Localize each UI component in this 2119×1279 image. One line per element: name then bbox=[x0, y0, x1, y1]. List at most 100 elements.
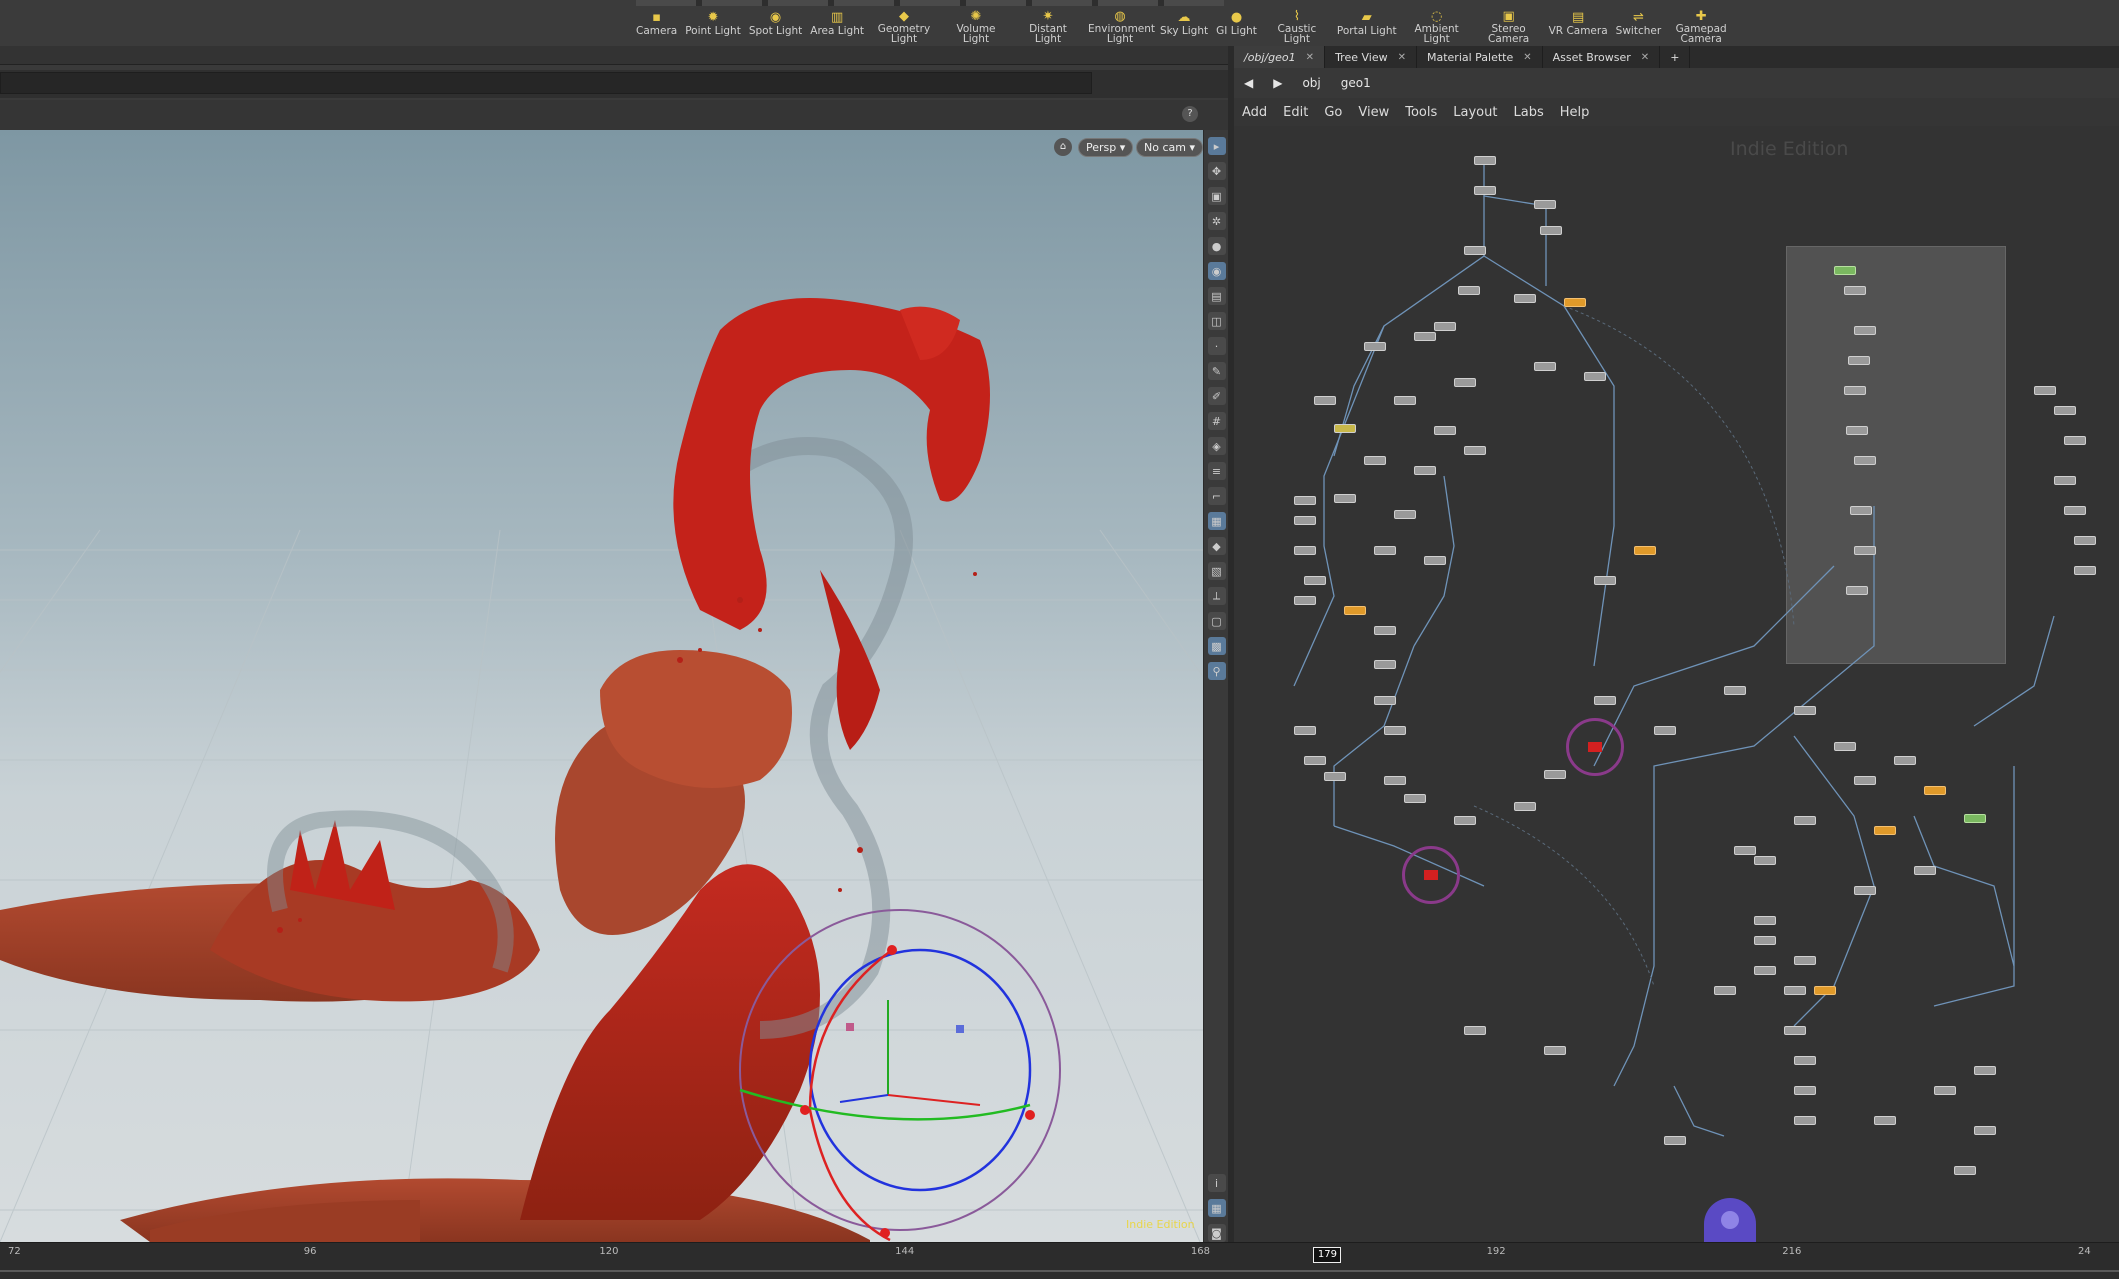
network-node[interactable] bbox=[1734, 846, 1756, 855]
output-node-ring[interactable] bbox=[1402, 846, 1460, 904]
network-node[interactable] bbox=[1314, 396, 1336, 405]
shelf-tool-area-light[interactable]: ▥ Area Light bbox=[810, 8, 864, 44]
shelf-tab[interactable] bbox=[834, 0, 894, 6]
network-node[interactable] bbox=[1844, 386, 1866, 395]
timeline[interactable]: 72 96 120 144 168 192 216 24 179 bbox=[0, 1242, 2119, 1279]
network-node[interactable] bbox=[1294, 546, 1316, 555]
shelf-tab[interactable] bbox=[900, 0, 960, 6]
screenshot-icon[interactable]: ◙ bbox=[1207, 1224, 1226, 1242]
network-node[interactable] bbox=[1464, 246, 1486, 255]
network-node[interactable] bbox=[1294, 496, 1316, 505]
snap-icon[interactable]: ✲ bbox=[1207, 212, 1226, 230]
network-node[interactable] bbox=[1294, 726, 1316, 735]
network-node[interactable] bbox=[2034, 386, 2056, 395]
output-node-ring[interactable] bbox=[1566, 718, 1624, 776]
shelf-tool-caustic-light[interactable]: ⌇ Caustic Light bbox=[1265, 8, 1329, 45]
network-node[interactable] bbox=[1514, 294, 1536, 303]
network-node[interactable] bbox=[1454, 378, 1476, 387]
menu-view[interactable]: View bbox=[1350, 105, 1397, 120]
network-node[interactable] bbox=[1294, 516, 1316, 525]
network-node[interactable] bbox=[1794, 706, 1816, 715]
network-node[interactable] bbox=[1374, 660, 1396, 669]
corner-icon[interactable]: ⌐ bbox=[1207, 487, 1226, 505]
network-node[interactable] bbox=[1540, 226, 1562, 235]
lock-icon[interactable]: ⌂ bbox=[1054, 138, 1072, 156]
shelf-tab[interactable] bbox=[966, 0, 1026, 6]
menu-go[interactable]: Go bbox=[1316, 105, 1350, 120]
close-icon[interactable]: ✕ bbox=[1641, 52, 1649, 63]
close-icon[interactable]: ✕ bbox=[1306, 52, 1314, 63]
network-node[interactable] bbox=[1474, 186, 1496, 195]
shelf-tab[interactable] bbox=[636, 0, 696, 6]
network-node[interactable] bbox=[1594, 576, 1616, 585]
network-node[interactable] bbox=[1454, 816, 1476, 825]
viewport-path-field[interactable] bbox=[0, 72, 1092, 94]
network-node[interactable] bbox=[1784, 986, 1806, 995]
network-node[interactable] bbox=[1794, 1116, 1816, 1125]
menu-add[interactable]: Add bbox=[1234, 105, 1275, 120]
network-node[interactable] bbox=[1794, 816, 1816, 825]
network-node[interactable] bbox=[1854, 456, 1876, 465]
shelf-tool-stereo-camera[interactable]: ▣ Stereo Camera bbox=[1477, 8, 1541, 45]
network-node[interactable] bbox=[2064, 506, 2086, 515]
menu-edit[interactable]: Edit bbox=[1275, 105, 1316, 120]
help-icon[interactable]: ? bbox=[1182, 106, 1198, 122]
pane-tab[interactable]: /obj/geo1 ✕ bbox=[1234, 46, 1326, 68]
diamond-icon[interactable]: ◆ bbox=[1207, 537, 1226, 555]
light-icon[interactable]: ◉ bbox=[1207, 262, 1226, 280]
network-node[interactable] bbox=[1954, 1166, 1976, 1175]
network-node[interactable] bbox=[1854, 776, 1876, 785]
network-node[interactable] bbox=[1874, 826, 1896, 835]
menu-tools[interactable]: Tools bbox=[1397, 105, 1445, 120]
shelf-tool-vr-camera[interactable]: ▤ VR Camera bbox=[1549, 8, 1608, 44]
network-node[interactable] bbox=[2054, 406, 2076, 415]
network-node[interactable] bbox=[2054, 476, 2076, 485]
network-node[interactable] bbox=[1834, 266, 1856, 275]
network-node[interactable] bbox=[1754, 966, 1776, 975]
breadcrumb-obj[interactable]: obj bbox=[1292, 76, 1330, 90]
current-frame-marker[interactable]: 179 bbox=[1313, 1247, 1342, 1263]
network-node[interactable] bbox=[1364, 342, 1386, 351]
network-node[interactable] bbox=[1914, 866, 1936, 875]
menu-layout[interactable]: Layout bbox=[1445, 105, 1505, 120]
shelf-tool-volume-light[interactable]: ✺ Volume Light bbox=[944, 8, 1008, 45]
network-node[interactable] bbox=[1846, 426, 1868, 435]
flipbook-icon[interactable]: ▩ bbox=[1207, 637, 1226, 655]
back-icon[interactable]: ◀ bbox=[1234, 76, 1263, 90]
network-node[interactable] bbox=[1404, 794, 1426, 803]
network-node[interactable] bbox=[1334, 424, 1356, 433]
network-node[interactable] bbox=[2074, 566, 2096, 575]
network-node[interactable] bbox=[1974, 1066, 1996, 1075]
shelf-tool-sky-light[interactable]: ☁ Sky Light bbox=[1160, 8, 1208, 44]
network-node[interactable] bbox=[1384, 726, 1406, 735]
network-node[interactable] bbox=[1654, 726, 1676, 735]
network-node[interactable] bbox=[1814, 986, 1836, 995]
wire-icon[interactable]: ◫ bbox=[1207, 312, 1226, 330]
paint-icon[interactable]: ◈ bbox=[1207, 437, 1226, 455]
network-node[interactable] bbox=[1544, 1046, 1566, 1055]
network-node[interactable] bbox=[1854, 546, 1876, 555]
brush-icon[interactable]: ✎ bbox=[1207, 362, 1226, 380]
network-node[interactable] bbox=[1294, 596, 1316, 605]
breadcrumb-geo1[interactable]: geo1 bbox=[1331, 76, 1381, 90]
menu-help[interactable]: Help bbox=[1552, 105, 1598, 120]
network-node[interactable] bbox=[1850, 506, 1872, 515]
network-node[interactable] bbox=[1394, 396, 1416, 405]
network-node[interactable] bbox=[1424, 556, 1446, 565]
network-node[interactable] bbox=[1924, 786, 1946, 795]
network-node[interactable] bbox=[1464, 446, 1486, 455]
axes-icon[interactable]: ⟂ bbox=[1207, 587, 1226, 605]
network-node[interactable] bbox=[1794, 956, 1816, 965]
pane-tab[interactable]: Material Palette ✕ bbox=[1417, 46, 1543, 68]
network-node[interactable] bbox=[1714, 986, 1736, 995]
layout-icon[interactable]: ▦ bbox=[1207, 1199, 1226, 1217]
shelf-tool-point-light[interactable]: ✹ Point Light bbox=[685, 8, 741, 44]
pen-icon[interactable]: ✐ bbox=[1207, 387, 1226, 405]
number-icon[interactable]: # bbox=[1207, 412, 1226, 430]
camera-button[interactable]: No cam ▾ bbox=[1136, 138, 1203, 157]
box-icon[interactable]: ▢ bbox=[1207, 612, 1226, 630]
network-node[interactable] bbox=[1874, 1116, 1896, 1125]
image-icon[interactable]: ▧ bbox=[1207, 562, 1226, 580]
camera-icon[interactable]: ▤ bbox=[1207, 287, 1226, 305]
shelf-tool-gamepad-camera[interactable]: ✚ Gamepad Camera bbox=[1669, 8, 1733, 45]
